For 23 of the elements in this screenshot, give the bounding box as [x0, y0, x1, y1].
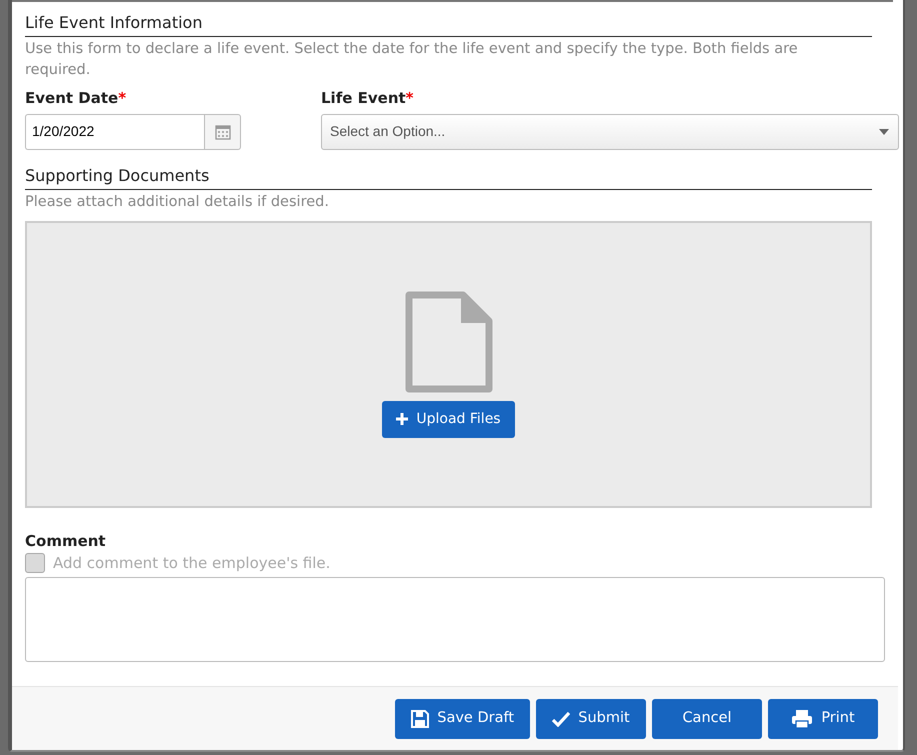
section-heading: Life Event Information — [25, 5, 872, 37]
comment-label: Comment — [25, 530, 107, 552]
date-field[interactable]: 1/20/2022 — [25, 114, 204, 150]
field-label: Life Event* — [321, 88, 415, 109]
footer-button[interactable]: Submit — [536, 698, 646, 738]
footer-button[interactable]: Print — [768, 698, 878, 738]
checkmark-icon — [552, 710, 570, 726]
calendar-button[interactable] — [204, 114, 241, 150]
calendar-icon — [214, 124, 230, 140]
life-event-dropdown[interactable]: Select an Option... — [321, 114, 899, 150]
footer-button[interactable]: Save Draft — [395, 698, 530, 738]
printer-icon — [791, 708, 814, 728]
field-label: Event Date* — [25, 88, 128, 109]
upload-drop-zone[interactable]: Upload Files — [25, 220, 872, 508]
description-text: Please attach additional details if desired. — [25, 192, 330, 212]
plus-icon — [396, 413, 408, 425]
caret-icon — [878, 128, 890, 136]
checkbox-label: Add comment to the employee's file. — [53, 553, 330, 574]
upload-files-button[interactable]: Upload Files — [382, 400, 515, 438]
section-heading: Supporting Documents — [25, 158, 872, 190]
description-text: Use this form to declare a life event. Select the date for the life event and specify the type. Both fields are required. — [25, 40, 799, 80]
footer-button[interactable]: Cancel — [652, 698, 762, 738]
document-icon — [404, 290, 492, 392]
